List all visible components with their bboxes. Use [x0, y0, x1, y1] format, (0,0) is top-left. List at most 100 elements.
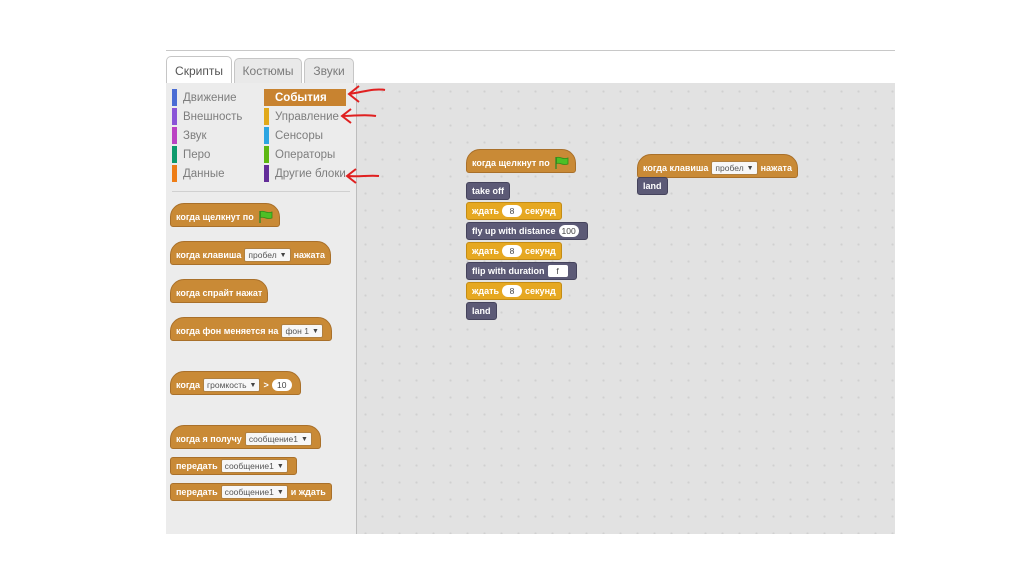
script-block-flip[interactable]: flip with duration f — [466, 262, 577, 280]
palette-block-broadcast-and-wait[interactable]: передать сообщение1 ▼ и ждать — [170, 483, 332, 501]
sensor-dropdown[interactable]: громкость ▼ — [203, 378, 261, 392]
script-block-land[interactable]: land — [466, 302, 497, 320]
category-sound[interactable]: Звук — [172, 127, 207, 144]
dropdown-value: громкость — [207, 380, 247, 390]
script-block-land[interactable]: land — [637, 177, 668, 195]
palette-block-broadcast[interactable]: передать сообщение1 ▼ — [170, 457, 297, 475]
script-when-flag-clicked[interactable]: когда щелкнут по — [466, 149, 576, 173]
block-text: и ждать — [290, 487, 326, 497]
dropdown-value: сообщение1 — [224, 461, 274, 471]
block-text: секунд — [525, 286, 556, 296]
block-text: передать — [176, 487, 218, 497]
palette-divider — [172, 191, 350, 192]
block-text: когда клавиша — [643, 163, 709, 173]
tab-scripts[interactable]: Скрипты — [166, 56, 232, 84]
palette-block-when-backdrop-switches[interactable]: когда фон меняется на фон 1 ▼ — [170, 317, 332, 341]
block-palette: Движение Внешность Звук Перо Данные Собы… — [166, 83, 357, 534]
wait-seconds-input[interactable]: 8 — [502, 245, 523, 257]
wait-seconds-input[interactable]: 8 — [502, 285, 523, 297]
category-looks[interactable]: Внешность — [172, 108, 242, 125]
dropdown-arrow-icon: ▼ — [279, 251, 287, 259]
category-operators[interactable]: Операторы — [264, 146, 335, 163]
message-dropdown[interactable]: сообщение1 ▼ — [220, 485, 288, 499]
category-swatch — [264, 108, 269, 125]
dropdown-arrow-icon: ▼ — [276, 488, 284, 496]
category-pen[interactable]: Перо — [172, 146, 210, 163]
script-block-wait[interactable]: ждать 8 секунд — [466, 202, 562, 220]
operator-text: > — [263, 380, 269, 390]
tab-costumes[interactable]: Костюмы — [234, 58, 302, 83]
block-text: когда спрайт нажат — [176, 288, 263, 298]
script-block-wait[interactable]: ждать 8 секунд — [466, 242, 562, 260]
tab-sounds[interactable]: Звуки — [304, 58, 354, 83]
backdrop-dropdown[interactable]: фон 1 ▼ — [281, 324, 323, 338]
dropdown-arrow-icon: ▼ — [746, 164, 754, 172]
category-swatch — [264, 127, 269, 144]
scripts-area[interactable]: когда щелкнут по take off ждать 8 секунд… — [357, 83, 895, 534]
category-label: Звук — [183, 129, 207, 142]
category-swatch — [172, 108, 177, 125]
dropdown-value: сообщение1 — [248, 434, 299, 444]
key-dropdown[interactable]: пробел ▼ — [711, 161, 758, 175]
script-when-key-pressed[interactable]: когда клавиша пробел ▼ нажата — [637, 154, 798, 178]
category-label: Операторы — [275, 148, 336, 161]
block-text: take off — [472, 186, 505, 196]
block-text: передать — [176, 461, 218, 471]
category-label: Управление — [275, 110, 339, 123]
message-dropdown[interactable]: сообщение1 ▼ — [220, 459, 288, 473]
palette-block-when-sprite-clicked[interactable]: когда спрайт нажат — [170, 279, 269, 303]
category-label: События — [275, 91, 327, 104]
palette-block-when-key-pressed[interactable]: когда клавиша пробел ▼ нажата — [170, 241, 331, 265]
message-dropdown[interactable]: сообщение1 ▼ — [244, 432, 312, 446]
green-flag-icon — [258, 210, 273, 223]
block-text: нажата — [760, 163, 792, 173]
script-block-wait[interactable]: ждать 8 секунд — [466, 282, 562, 300]
category-label: Перо — [183, 148, 211, 161]
category-label: Данные — [183, 167, 225, 180]
dropdown-value: фон 1 — [285, 326, 309, 336]
block-text: секунд — [525, 246, 556, 256]
category-sensing[interactable]: Сенсоры — [264, 127, 323, 144]
category-motion[interactable]: Движение — [172, 89, 237, 106]
palette-block-when-flag-clicked[interactable]: когда щелкнут по — [170, 203, 280, 227]
category-swatch — [172, 127, 177, 144]
red-arrow-icon — [345, 168, 380, 184]
category-swatch — [264, 146, 269, 163]
category-control[interactable]: Управление — [264, 108, 339, 125]
category-label: Движение — [183, 91, 237, 104]
palette-block-when-loudness[interactable]: когда громкость ▼ > 10 — [170, 371, 301, 395]
category-swatch — [172, 165, 177, 182]
dropdown-value: сообщение1 — [224, 487, 274, 497]
dropdown-arrow-icon: ▼ — [301, 435, 308, 443]
category-swatch — [264, 165, 269, 182]
category-swatch — [172, 146, 177, 163]
category-label: Внешность — [183, 110, 243, 123]
category-events[interactable]: События — [264, 89, 346, 106]
block-text: когда щелкнут по — [472, 158, 550, 168]
script-block-fly-up[interactable]: fly up with distance 100 — [466, 222, 588, 240]
loudness-input[interactable]: 10 — [271, 379, 292, 391]
duration-input[interactable]: f — [547, 265, 568, 277]
block-text: ждать — [472, 286, 500, 296]
block-text: когда фон меняется на — [176, 326, 279, 336]
dropdown-value: пробел — [715, 163, 744, 173]
category-swatch — [172, 89, 177, 106]
distance-input[interactable]: 100 — [558, 225, 579, 237]
category-more-blocks[interactable]: Другие блоки — [264, 165, 346, 182]
block-text: land — [643, 181, 662, 191]
key-dropdown[interactable]: пробел ▼ — [244, 248, 291, 262]
palette-block-when-i-receive[interactable]: когда я получу сообщение1 ▼ — [170, 425, 321, 449]
block-text: fly up with distance — [472, 226, 556, 236]
category-data[interactable]: Данные — [172, 165, 225, 182]
category-label: Сенсоры — [275, 129, 323, 142]
block-text: когда щелкнут по — [176, 212, 254, 222]
block-text: land — [472, 306, 491, 316]
dropdown-arrow-icon: ▼ — [249, 381, 257, 389]
red-arrow-icon — [347, 85, 386, 103]
script-block-take-off[interactable]: take off — [466, 182, 511, 200]
block-text: когда — [176, 380, 201, 390]
wait-seconds-input[interactable]: 8 — [502, 205, 523, 217]
red-arrow-icon — [340, 108, 377, 124]
category-swatch — [264, 89, 269, 106]
block-text: flip with duration — [472, 266, 545, 276]
